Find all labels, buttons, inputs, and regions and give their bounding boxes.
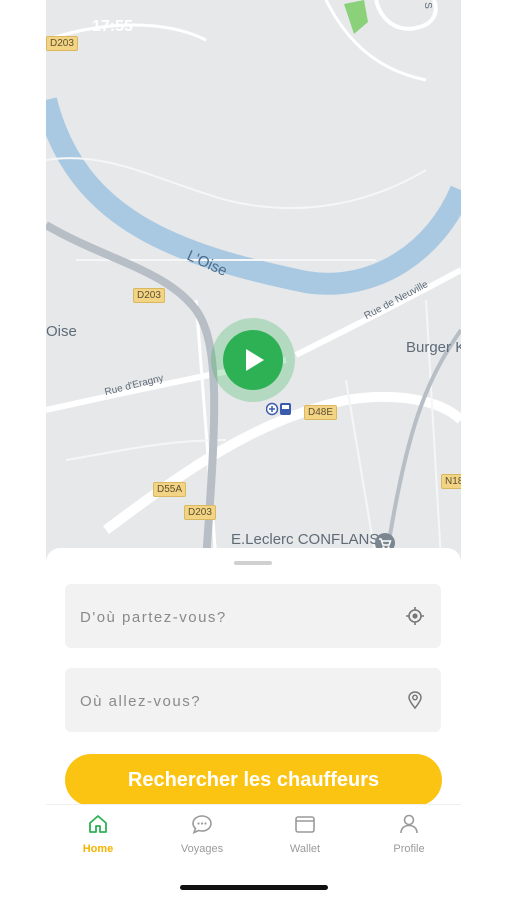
tab-profile-label: Profile [393,843,425,855]
search-drivers-button[interactable]: Rechercher les chauffeurs [65,754,442,806]
pickup-input[interactable] [78,584,402,650]
status-time: 17:55 [92,18,133,35]
tab-wallet-label: Wallet [289,843,321,855]
poi-label-leclerc: E.Leclerc CONFLANS [231,531,380,548]
tab-voyages-label: Voyages [180,843,224,855]
pickup-field[interactable] [65,584,441,650]
current-location-marker[interactable] [211,318,295,402]
town-label: Oise [46,323,77,340]
wallet-icon [294,816,316,839]
road-badge-d55a: D55A [153,482,187,497]
chat-icon [191,815,213,839]
road-badge-d203: D203 [133,288,165,303]
street-label-s: S [421,2,433,9]
road-badge-d48e: D48E [304,405,338,420]
road-badge-n18: N18 [441,474,461,489]
navigation-play-icon [223,330,283,390]
map-graphics [46,0,461,560]
destination-input[interactable] [78,668,402,734]
tab-wallet[interactable]: Wallet [265,813,345,855]
tab-home-label: Home [82,843,114,855]
road-badge-d203: D203 [46,36,78,51]
map-pin-icon[interactable] [405,690,425,715]
poi-label-burger: Burger K [406,339,461,356]
tab-voyages[interactable]: Voyages [162,813,242,855]
tab-home[interactable]: Home [58,813,138,855]
user-icon [398,814,420,839]
bottom-tab-bar: Home Voyages Wallet Profile [46,804,461,865]
crosshair-location-icon[interactable] [405,606,425,631]
map-view[interactable]: L'Oise Oise Rue de Neuville Rue d'Eragny… [46,0,461,560]
destination-field[interactable] [65,668,441,734]
home-icon [87,815,109,839]
home-indicator[interactable] [180,885,328,890]
road-badge-d203: D203 [184,505,216,520]
sheet-drag-handle[interactable] [234,561,272,565]
tab-profile[interactable]: Profile [369,813,449,855]
